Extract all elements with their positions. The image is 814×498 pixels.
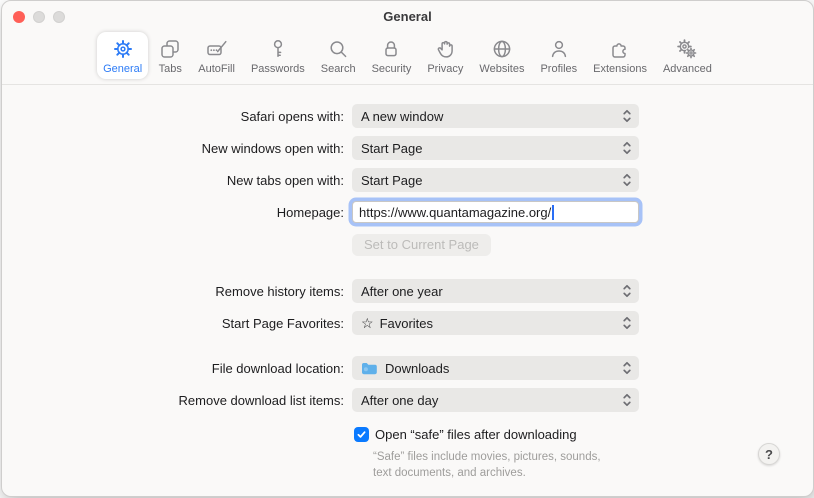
- row-new-windows-open-with: New windows open with: Start Page: [2, 136, 813, 160]
- homepage-value: https://www.quantamagazine.org/: [359, 205, 551, 220]
- row-homepage: Homepage: https://www.quantamagazine.org…: [2, 200, 813, 224]
- safari-opens-with-select[interactable]: A new window: [352, 104, 639, 128]
- open-safe-files-label: Open “safe” files after downloading: [375, 427, 577, 442]
- gears-icon: [675, 37, 699, 61]
- globe-icon: [490, 37, 514, 61]
- person-icon: [547, 37, 571, 61]
- checkmark-icon: [356, 429, 367, 440]
- chevron-up-down-icon: [622, 392, 632, 408]
- chevron-up-down-icon: [622, 172, 632, 188]
- select-value: Start Page: [361, 173, 622, 188]
- minimize-button[interactable]: [33, 11, 45, 23]
- set-to-current-page-button[interactable]: Set to Current Page: [352, 234, 491, 256]
- preferences-toolbar: General Tabs AutoFill: [2, 31, 813, 85]
- row-open-safe-files: Open “safe” files after downloading: [354, 426, 813, 442]
- new-tabs-open-with-select[interactable]: Start Page: [352, 168, 639, 192]
- homepage-input[interactable]: https://www.quantamagazine.org/: [352, 201, 639, 223]
- tabs-icon: [158, 37, 182, 61]
- toolbar-item-websites[interactable]: Websites: [473, 32, 530, 79]
- key-icon: [266, 37, 290, 61]
- search-icon: [326, 37, 350, 61]
- lock-icon: [379, 37, 403, 61]
- chevron-up-down-icon: [622, 360, 632, 376]
- star-icon: ☆: [361, 315, 374, 332]
- field-label: Remove history items:: [2, 284, 352, 299]
- new-windows-open-with-select[interactable]: Start Page: [352, 136, 639, 160]
- row-file-download-location: File download location: Downloads: [2, 356, 813, 380]
- close-button[interactable]: [13, 11, 25, 23]
- field-label: New windows open with:: [2, 141, 352, 156]
- chevron-up-down-icon: [622, 108, 632, 124]
- toolbar-item-extensions[interactable]: Extensions: [587, 32, 653, 79]
- gear-icon: [111, 37, 135, 61]
- chevron-up-down-icon: [622, 315, 632, 331]
- toolbar-item-privacy[interactable]: Privacy: [421, 32, 469, 79]
- chevron-up-down-icon: [622, 140, 632, 156]
- row-remove-history-items: Remove history items: After one year: [2, 279, 813, 303]
- toolbar-item-autofill[interactable]: AutoFill: [192, 32, 241, 79]
- toolbar-item-profiles[interactable]: Profiles: [534, 32, 583, 79]
- select-value: Start Page: [361, 141, 622, 156]
- safe-files-note: “Safe” files include movies, pictures, s…: [373, 449, 611, 481]
- row-new-tabs-open-with: New tabs open with: Start Page: [2, 168, 813, 192]
- file-download-location-select[interactable]: Downloads: [352, 356, 639, 380]
- safari-preferences-window: General General Tabs: [1, 0, 814, 497]
- row-remove-download-list-items: Remove download list items: After one da…: [2, 388, 813, 412]
- open-safe-files-checkbox[interactable]: [354, 427, 369, 442]
- select-value: After one year: [361, 284, 622, 299]
- select-value: Downloads: [385, 361, 449, 376]
- general-pane: Safari opens with: A new window New wind…: [2, 85, 813, 493]
- toolbar-item-advanced[interactable]: Advanced: [657, 32, 718, 79]
- toolbar-item-passwords[interactable]: Passwords: [245, 32, 311, 79]
- puzzle-icon: [608, 37, 632, 61]
- toolbar-item-label: General: [103, 63, 142, 75]
- toolbar-item-label: Search: [321, 63, 356, 75]
- select-value: A new window: [361, 109, 622, 124]
- titlebar: General: [2, 1, 813, 31]
- remove-history-items-select[interactable]: After one year: [352, 279, 639, 303]
- remove-download-list-items-select[interactable]: After one day: [352, 388, 639, 412]
- help-button[interactable]: ?: [758, 443, 780, 465]
- toolbar-item-security[interactable]: Security: [366, 32, 418, 79]
- field-label: Remove download list items:: [2, 393, 352, 408]
- toolbar-item-label: Privacy: [427, 63, 463, 75]
- field-label: Safari opens with:: [2, 109, 352, 124]
- toolbar-item-label: AutoFill: [198, 63, 235, 75]
- field-label: New tabs open with:: [2, 173, 352, 188]
- toolbar-item-label: Passwords: [251, 63, 305, 75]
- row-start-page-favorites: Start Page Favorites: ☆ Favorites: [2, 311, 813, 335]
- toolbar-item-tabs[interactable]: Tabs: [152, 32, 188, 79]
- window-title: General: [2, 1, 813, 33]
- zoom-button[interactable]: [53, 11, 65, 23]
- row-safari-opens-with: Safari opens with: A new window: [2, 104, 813, 128]
- select-value: Favorites: [380, 316, 433, 331]
- chevron-up-down-icon: [622, 283, 632, 299]
- folder-icon: [361, 362, 378, 375]
- toolbar-item-label: Websites: [479, 63, 524, 75]
- field-label: File download location:: [2, 361, 352, 376]
- field-label: Start Page Favorites:: [2, 316, 352, 331]
- toolbar-item-label: Tabs: [159, 63, 182, 75]
- toolbar-item-label: Security: [372, 63, 412, 75]
- hand-icon: [433, 37, 457, 61]
- start-page-favorites-select[interactable]: ☆ Favorites: [352, 311, 639, 335]
- field-label: Homepage:: [2, 205, 352, 220]
- traffic-lights: [13, 11, 65, 23]
- text-caret: [552, 205, 554, 220]
- toolbar-item-general[interactable]: General: [97, 32, 148, 79]
- toolbar-item-label: Extensions: [593, 63, 647, 75]
- toolbar-item-search[interactable]: Search: [315, 32, 362, 79]
- autofill-icon: [205, 37, 229, 61]
- select-value: After one day: [361, 393, 622, 408]
- toolbar-item-label: Advanced: [663, 63, 712, 75]
- toolbar-item-label: Profiles: [540, 63, 577, 75]
